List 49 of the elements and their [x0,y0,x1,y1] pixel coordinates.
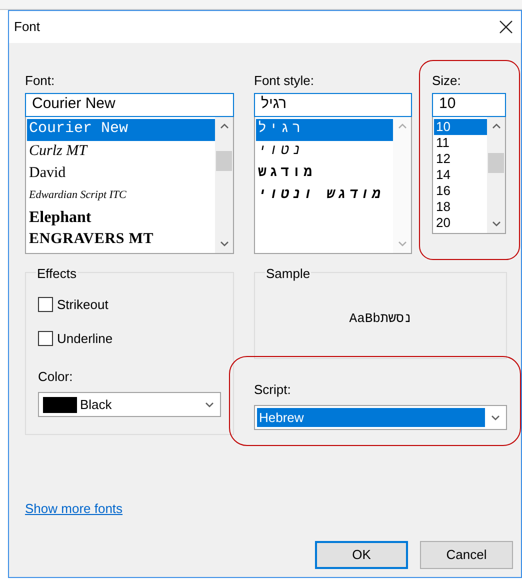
chevron-up-icon[interactable] [220,122,228,128]
scrollbar-thumb[interactable] [488,152,504,172]
window-title: Font [14,18,40,36]
font-list-item[interactable]: Elephant [27,206,215,228]
close-icon[interactable] [499,20,513,34]
dialog-button[interactable]: Cancel [420,540,513,568]
scrollbar[interactable] [487,116,505,232]
font-style-label: Font style: [254,72,315,90]
chevron-up-icon[interactable] [492,122,500,128]
chevron-down-icon[interactable] [491,414,500,420]
checkbox-label: Underline [57,330,113,348]
checkbox-label: Strikeout [57,296,108,314]
font-style-list-item[interactable]: נטוי [256,140,393,162]
font-style-list-item[interactable]: מודגש ונטוי [256,184,393,206]
script-dropdown[interactable]: Hebrew [254,405,507,430]
size-label: Size: [432,72,462,90]
script-value: Hebrew [257,408,485,427]
dialog-button[interactable]: OK [315,540,408,568]
checkbox[interactable] [38,296,53,312]
scrollbar-thumb[interactable] [216,150,232,170]
font-list-item[interactable]: Edwardian Script ITC [27,184,215,206]
size-list-item[interactable]: 16 [434,182,487,198]
font-list-item[interactable]: Courier New [27,118,215,140]
show-more-fonts-link[interactable]: Show more fonts [25,500,123,516]
chevron-down-icon[interactable] [492,220,500,226]
chevron-down-icon[interactable] [205,402,214,408]
font-field[interactable]: Courier New [25,92,234,116]
script-label: Script: [254,380,292,399]
size-list-item[interactable]: 18 [434,198,487,214]
size-list-item[interactable]: 20 [434,214,487,230]
size-field[interactable]: 10 [432,92,506,116]
color-value: Black [80,396,113,414]
font-style-list-item[interactable]: רגיל [256,118,393,140]
color-label: Color: [38,368,74,386]
sample-text: AaBbנסשת [349,310,412,328]
size-list-item[interactable]: 14 [434,166,487,182]
color-dropdown[interactable]: Black [38,392,221,417]
font-style-field[interactable]: רגיל [254,92,412,116]
chevron-down-icon[interactable] [220,240,228,246]
size-list-item[interactable]: 11 [434,134,487,150]
font-style-list-item[interactable]: מודגש [256,162,393,184]
font-label: Font: [25,72,56,90]
scrollbar[interactable] [215,116,233,252]
font-list-item[interactable]: Curlz MT [27,140,215,162]
font-list-item[interactable]: David [27,162,215,184]
checkbox[interactable] [38,331,53,346]
font-list-item[interactable]: ENGRAVERS MT [27,228,215,250]
size-list-item[interactable]: 10 [434,118,487,134]
size-list-item[interactable]: 12 [434,150,487,166]
